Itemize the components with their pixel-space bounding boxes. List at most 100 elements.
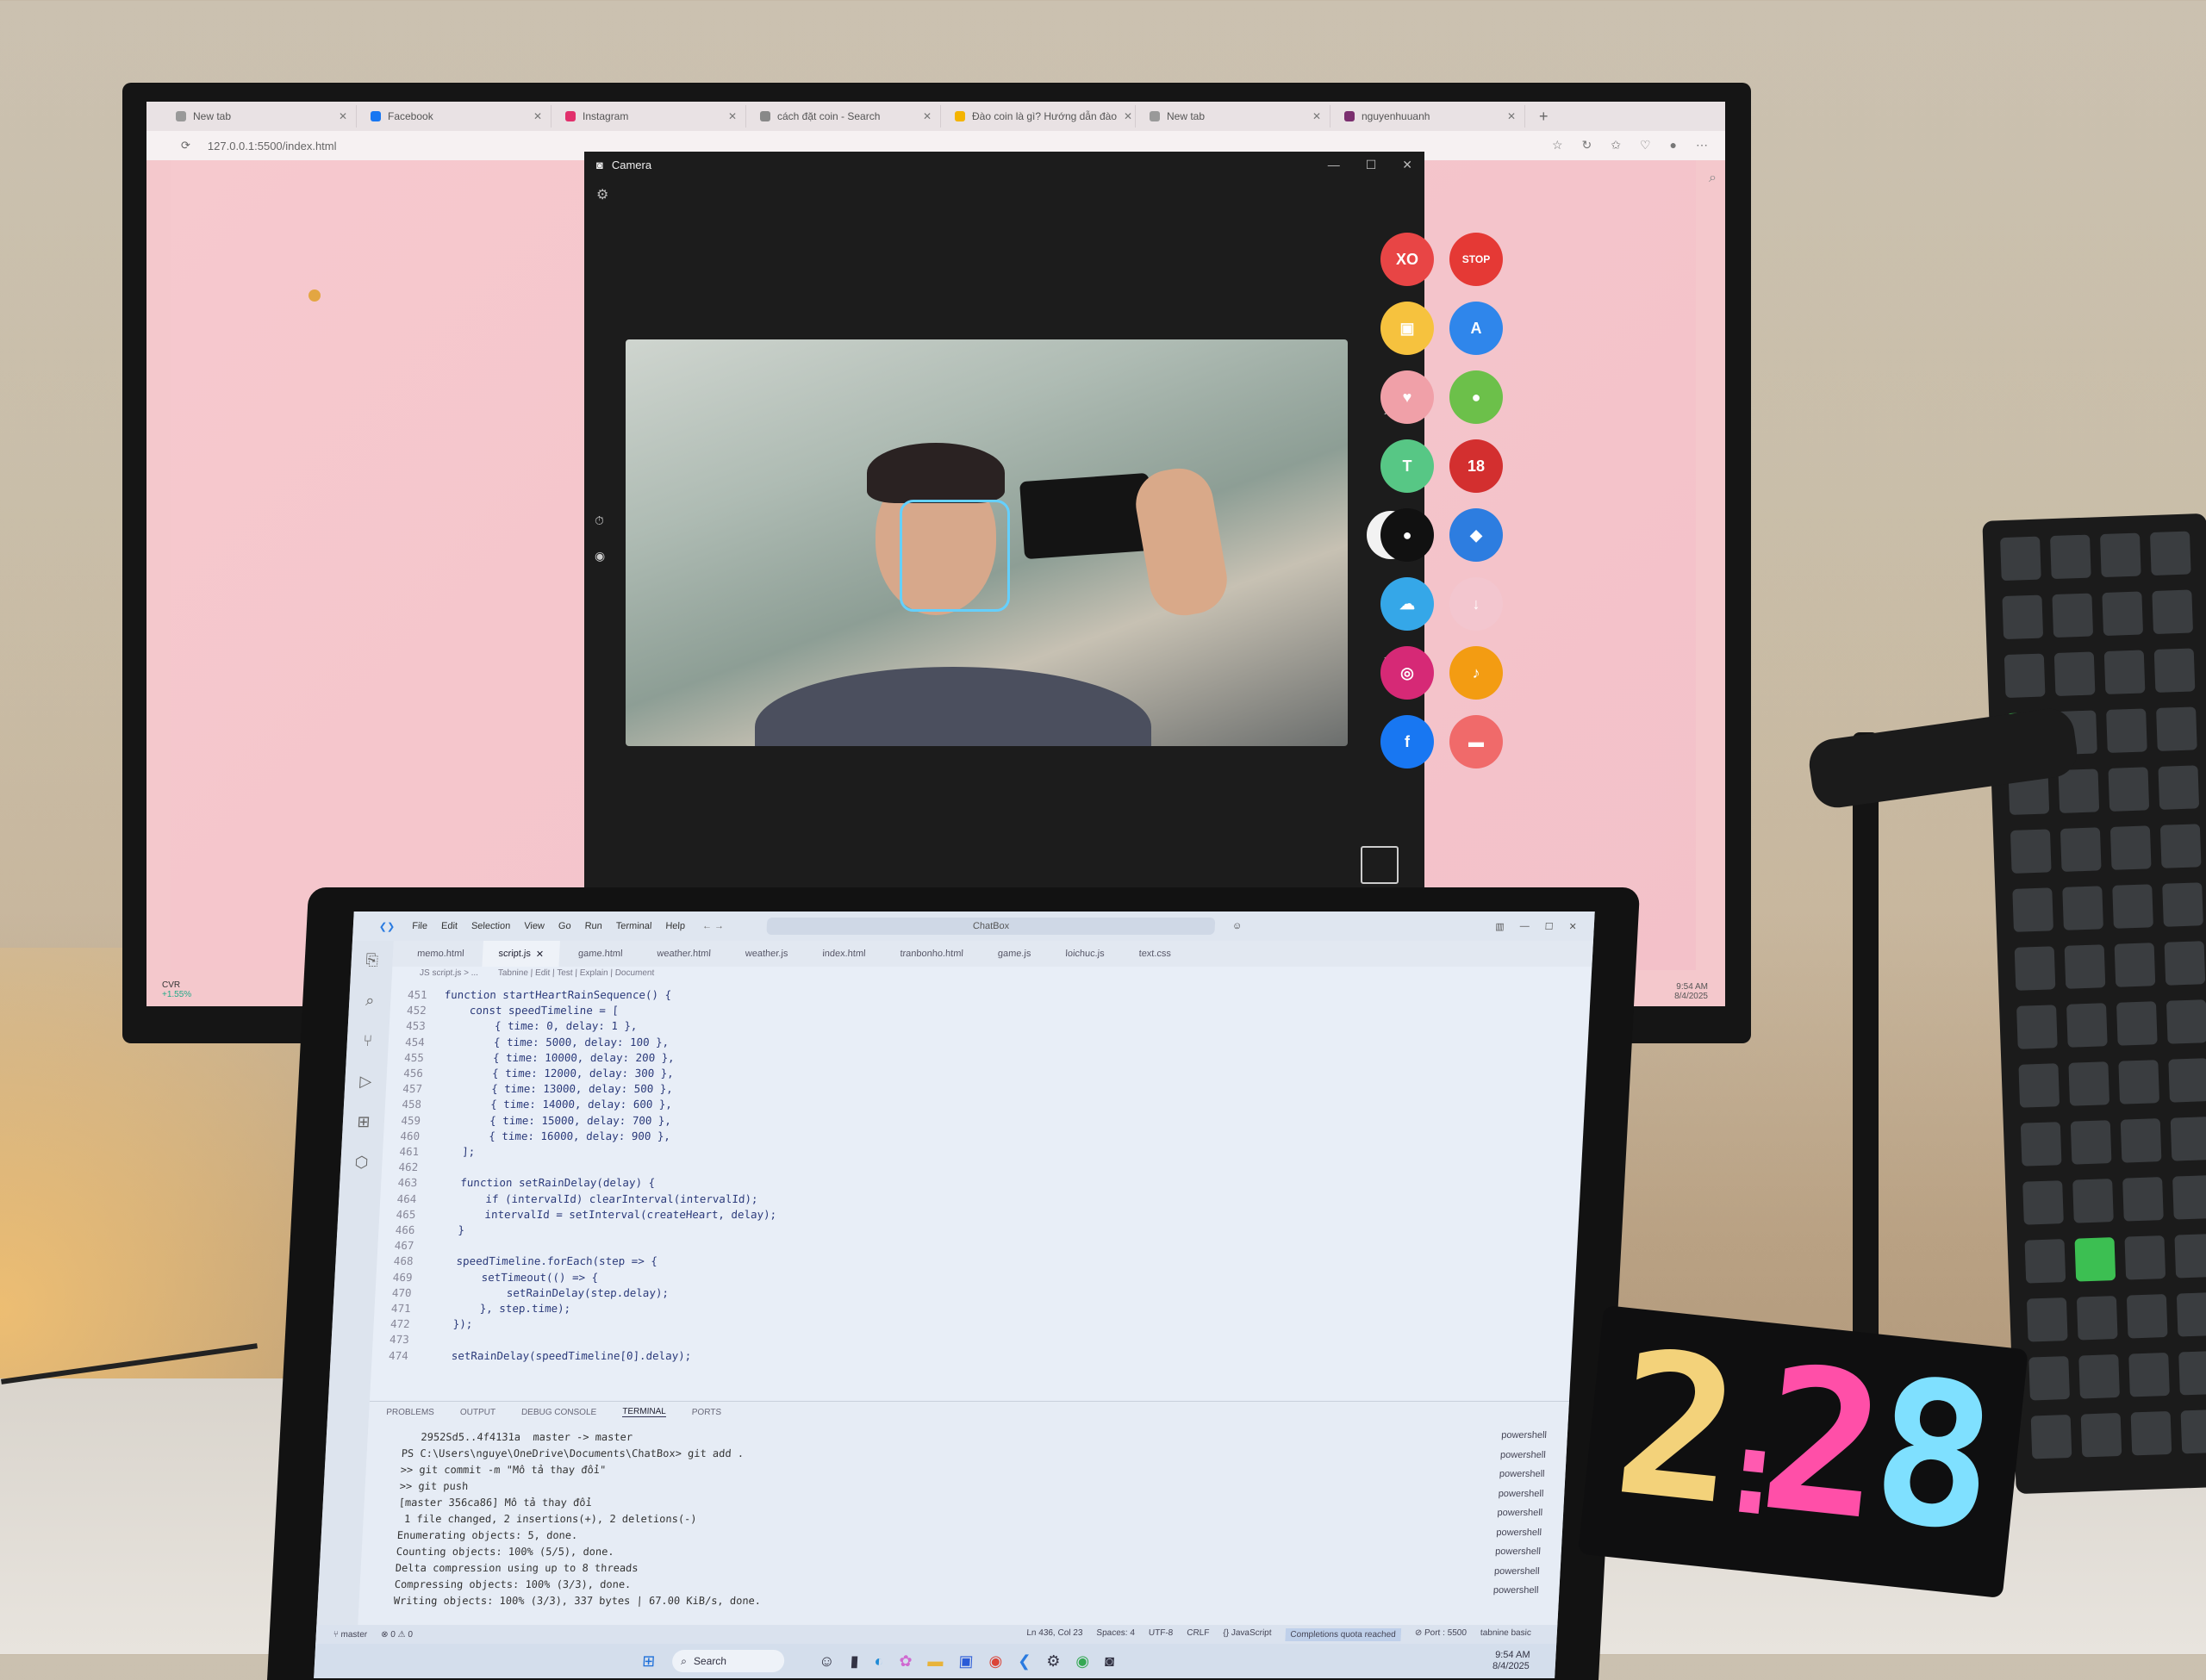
menu-item[interactable]: Help (665, 921, 685, 931)
edge-icon[interactable]: ◐ (874, 1652, 884, 1671)
more-icon[interactable]: ⋯ (1696, 138, 1708, 152)
browser-tab[interactable]: New tab ✕ (1141, 105, 1330, 128)
panel-tab[interactable]: TERMINAL (621, 1407, 667, 1417)
terminal-instance[interactable]: powershell (1500, 1446, 1547, 1465)
tab-close-icon[interactable]: ✕ (1312, 110, 1321, 122)
chrome-alt-icon[interactable]: ◉ (1075, 1652, 1090, 1671)
maximize-icon[interactable]: ☐ (1544, 921, 1554, 932)
filter-icon[interactable]: ◉ (595, 549, 605, 563)
copilot-app-icon[interactable]: ✿ (899, 1652, 913, 1671)
tab-close-icon[interactable]: ✕ (1507, 110, 1516, 122)
editor-tab[interactable]: tranbonho.html (884, 941, 980, 967)
tab-close-icon[interactable]: ✕ (536, 949, 545, 960)
browser-tab[interactable]: Facebook ✕ (362, 105, 552, 128)
browser-tab[interactable]: cách đặt coin - Search ✕ (751, 105, 941, 128)
terminal-instance[interactable]: powershell (1495, 1542, 1542, 1562)
refresh-page-icon[interactable]: ↻ (1582, 138, 1592, 152)
chat-icon[interactable]: ▬ (1449, 715, 1503, 768)
editor-tab[interactable]: index.html (807, 941, 882, 967)
settings-icon[interactable]: ⚙ (1046, 1652, 1061, 1671)
settings-icon[interactable]: ⚙ (596, 186, 608, 203)
task-view-icon[interactable]: ▮ (850, 1652, 859, 1671)
instagram-icon[interactable]: ◎ (1380, 646, 1434, 700)
browser-tab[interactable]: Instagram ✕ (557, 105, 746, 128)
editor-tab[interactable]: weather.html (641, 941, 727, 967)
nav-arrows-icon[interactable]: ← → (702, 921, 725, 931)
stop-icon[interactable]: STOP (1449, 233, 1503, 286)
weather-icon[interactable]: ☁ (1380, 577, 1434, 631)
menu-item[interactable]: Terminal (615, 921, 651, 931)
terminal-instance[interactable]: powershell (1492, 1581, 1539, 1601)
close-icon[interactable]: ✕ (1568, 921, 1577, 932)
tab-close-icon[interactable]: ✕ (533, 110, 542, 122)
url-text[interactable]: 127.0.0.1:5500/index.html (208, 140, 337, 152)
gallery-thumbnail[interactable] (1361, 846, 1399, 884)
sidebar-search-icon[interactable]: ⌕ (1709, 171, 1717, 186)
file-explorer-icon[interactable]: ▬ (927, 1652, 944, 1671)
widgets-icon[interactable]: ☺ (819, 1652, 835, 1671)
heart-icon[interactable]: ♡ (1640, 138, 1651, 152)
editor-tab[interactable]: script.js ✕ (482, 941, 560, 967)
status-item[interactable]: UTF-8 (1148, 1628, 1174, 1641)
age-18-icon[interactable]: 18 (1449, 439, 1503, 493)
profile-icon[interactable]: ● (1380, 508, 1434, 562)
refresh-icon[interactable]: ⟳ (181, 139, 190, 152)
status-item[interactable]: Ln 436, Col 23 (1026, 1628, 1083, 1641)
search-icon[interactable]: ⌕ (365, 992, 375, 1010)
new-tab-icon[interactable]: + (1539, 108, 1549, 126)
source-control-icon[interactable]: ⑂ (363, 1032, 373, 1050)
tab-close-icon[interactable]: ✕ (339, 110, 347, 122)
taskbar-clock[interactable]: 9:54 AM 8/4/2025 (1492, 1650, 1556, 1672)
branch-indicator[interactable]: ⑂ master (333, 1630, 367, 1640)
panel-tab[interactable]: OUTPUT (460, 1408, 496, 1417)
menu-item[interactable]: Edit (441, 921, 458, 931)
star-icon[interactable]: ☆ (1552, 138, 1563, 152)
code-editor[interactable]: 451 function startHeartRainSequence() {45… (371, 987, 1591, 1384)
minimize-icon[interactable]: — (1328, 158, 1340, 172)
status-item[interactable]: Spaces: 4 (1096, 1628, 1135, 1641)
terminal-instance[interactable]: powershell (1499, 1465, 1545, 1484)
editor-tab[interactable]: text.css (1123, 941, 1187, 967)
editor-tab[interactable]: game.html (562, 941, 639, 967)
terminal-instance[interactable]: powershell (1496, 1523, 1542, 1543)
menu-item[interactable]: View (524, 921, 545, 931)
status-item[interactable]: Completions quota reached (1285, 1627, 1402, 1641)
timer-icon[interactable]: ⏱ (595, 513, 605, 528)
close-icon[interactable]: ✕ (1402, 158, 1412, 172)
layout-icon[interactable]: ▥ (1495, 921, 1505, 932)
status-item[interactable]: ⊘ Port : 5500 (1414, 1628, 1468, 1641)
terminal-instance[interactable]: powershell (1493, 1562, 1540, 1582)
favorites-icon[interactable]: ✩ (1611, 138, 1621, 152)
terminal-instance[interactable]: powershell (1501, 1426, 1548, 1446)
camera-app-icon[interactable]: ◙ (1105, 1652, 1115, 1671)
run-debug-icon[interactable]: ▷ (359, 1073, 372, 1091)
vscode-app-icon[interactable]: ❮ (1018, 1652, 1031, 1671)
extensions-icon[interactable]: ⊞ (357, 1113, 371, 1131)
terminal-instance[interactable]: powershell (1498, 1484, 1544, 1504)
status-item[interactable]: CRLF (1187, 1628, 1210, 1641)
store-icon[interactable]: ▣ (958, 1652, 974, 1671)
facebook-icon[interactable]: f (1380, 715, 1434, 768)
translate-icon[interactable]: A (1449, 302, 1503, 355)
remote-icon[interactable]: ⬡ (354, 1154, 369, 1172)
photo-booth-icon[interactable]: ▣ (1380, 302, 1434, 355)
flappy-bird-icon[interactable]: ● (1449, 370, 1503, 424)
browser-tab[interactable]: New tab ✕ (167, 105, 357, 128)
sound-icon[interactable]: ♪ (1449, 646, 1503, 700)
gamepad-icon[interactable]: ◆ (1449, 508, 1503, 562)
copilot-icon[interactable]: ☺ (1232, 921, 1243, 931)
browser-tab[interactable]: Đào coin là gì? Hướng dẫn đào ✕ (946, 105, 1136, 128)
maximize-icon[interactable]: ☐ (1366, 158, 1377, 172)
editor-tab[interactable]: game.js (981, 941, 1047, 967)
terminal-instance[interactable]: powershell (1497, 1503, 1543, 1523)
editor-tab[interactable]: memo.html (401, 941, 480, 967)
tab-close-icon[interactable]: ✕ (923, 110, 932, 122)
panel-tab[interactable]: DEBUG CONSOLE (521, 1408, 597, 1417)
download-icon[interactable]: ↓ (1449, 577, 1503, 631)
editor-tab[interactable]: loichuc.js (1050, 941, 1121, 967)
panel-tab[interactable]: PROBLEMS (386, 1408, 434, 1417)
tictactoe-icon[interactable]: XO (1380, 233, 1434, 286)
chrome-icon[interactable]: ◉ (988, 1652, 1003, 1671)
taskbar-search[interactable]: ⌕ Search (671, 1650, 785, 1672)
menu-item[interactable]: Selection (471, 921, 511, 931)
